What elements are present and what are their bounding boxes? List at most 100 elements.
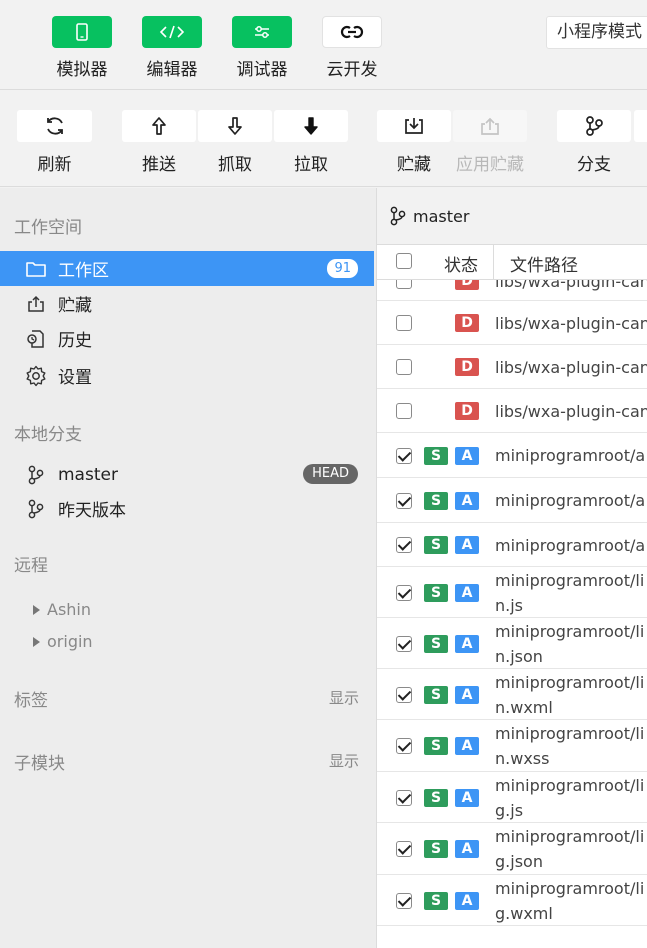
- file-path: libs/wxa-plugin-can: [495, 399, 647, 424]
- path-column-header: 文件路径: [510, 256, 578, 276]
- fetch-button[interactable]: 抓取: [198, 110, 272, 175]
- file-row-checkbox[interactable]: [396, 359, 412, 375]
- file-status-badge: A: [455, 737, 479, 755]
- branch-label: 分支: [577, 155, 611, 175]
- file-path-line: miniprogramroot/li: [495, 827, 645, 846]
- sidebar-item-label: 贮藏: [58, 296, 92, 316]
- file-row[interactable]: S Aminiprogramroot/a: [377, 433, 647, 478]
- file-row-checkbox[interactable]: [396, 315, 412, 331]
- file-path: miniprogramroot/li n.json: [495, 619, 644, 669]
- file-status-badge: A: [455, 685, 479, 704]
- branch-item-yesterday[interactable]: 昨天版本: [0, 491, 374, 526]
- file-row[interactable]: S Aminiprogramroot/a: [377, 523, 647, 567]
- sidebar-item-stash[interactable]: 贮藏: [0, 286, 374, 321]
- select-all-checkbox[interactable]: [396, 253, 412, 269]
- sidebar-item-label: 历史: [58, 331, 92, 351]
- debugger-button[interactable]: 调试器: [232, 16, 292, 80]
- cloud-dev-button[interactable]: 云开发: [322, 16, 382, 80]
- file-path: miniprogramroot/a: [495, 533, 645, 558]
- file-path-line: miniprogramroot/a: [495, 446, 646, 465]
- sidebar-item-label: 设置: [58, 368, 92, 388]
- remote-item-origin[interactable]: origin: [33, 632, 93, 651]
- git-toolbar: 刷新 推送 抓取 拉取 贮藏 应用贮藏 分支: [0, 91, 647, 187]
- file-row[interactable]: Dlibs/wxa-plugin-can: [377, 389, 647, 433]
- changes-list: Dlibs/wxa-plugin-can Dlibs/wxa-plugin-can…: [377, 280, 647, 948]
- file-row-checkbox[interactable]: [396, 841, 412, 857]
- refresh-button[interactable]: 刷新: [17, 110, 92, 175]
- file-row-checkbox[interactable]: [396, 403, 412, 419]
- staged-badge: S: [424, 583, 448, 602]
- file-path-line: g.wxml: [495, 903, 553, 923]
- code-icon: [142, 16, 202, 48]
- column-divider[interactable]: [493, 245, 494, 279]
- file-row[interactable]: S Aminiprogramroot/li n.json: [377, 618, 647, 669]
- file-row-checkbox[interactable]: [396, 280, 412, 289]
- file-row[interactable]: Dlibs/wxa-plugin-can: [377, 301, 647, 345]
- file-row-checkbox[interactable]: [396, 789, 412, 806]
- history-icon: [25, 328, 47, 350]
- remote-section-title: 远程: [14, 556, 48, 576]
- file-row[interactable]: S Aminiprogramroot/li n.wxss: [377, 720, 647, 772]
- editor-button[interactable]: 编辑器: [142, 16, 202, 80]
- remote-label: origin: [47, 632, 93, 651]
- changes-count-badge: 91: [327, 259, 358, 278]
- status-column-header: 状态: [444, 256, 478, 276]
- fetch-label: 抓取: [218, 155, 252, 175]
- file-row-checkbox[interactable]: [396, 537, 412, 553]
- stash-button[interactable]: 贮藏: [377, 110, 451, 175]
- file-row-checkbox[interactable]: [396, 892, 412, 909]
- file-row[interactable]: S Aminiprogramroot/li g.json: [377, 823, 647, 875]
- editor-label: 编辑器: [146, 60, 198, 80]
- branch-button[interactable]: 分支: [557, 110, 631, 175]
- file-row-checkbox[interactable]: [396, 686, 412, 703]
- file-row-checkbox[interactable]: [396, 738, 412, 754]
- branch-label: 昨天版本: [58, 501, 126, 521]
- file-path-line: n.json: [495, 646, 543, 666]
- file-row[interactable]: S Aminiprogramroot/li n.wxml: [377, 669, 647, 720]
- staged-badge: S: [424, 685, 448, 704]
- file-path: libs/wxa-plugin-can: [495, 355, 647, 380]
- file-status-badge: A: [455, 891, 479, 910]
- file-status-badge: A: [455, 491, 479, 510]
- apply-stash-button[interactable]: 应用贮藏: [453, 110, 527, 175]
- expand-caret-icon: [33, 636, 40, 647]
- file-row-checkbox[interactable]: [396, 584, 412, 601]
- file-row-checkbox[interactable]: [396, 635, 412, 652]
- more-toolbar-button[interactable]: [634, 110, 647, 142]
- simulator-button[interactable]: 模拟器: [52, 16, 112, 80]
- file-row[interactable]: S Aminiprogramroot/li g.wxml: [377, 875, 647, 926]
- tags-show-button[interactable]: 显示: [329, 687, 359, 708]
- file-status-badge: A: [455, 536, 479, 554]
- pull-label: 拉取: [294, 155, 328, 175]
- current-branch-label: master: [413, 206, 470, 226]
- apply-stash-icon: [453, 110, 527, 142]
- file-path-line: n.wxss: [495, 749, 550, 768]
- submodules-show-button[interactable]: 显示: [329, 750, 359, 771]
- tags-section-title: 标签: [14, 691, 48, 711]
- local-branches-title: 本地分支: [14, 425, 82, 445]
- debugger-label: 调试器: [236, 60, 288, 80]
- remote-item-ashin[interactable]: Ashin: [33, 600, 91, 619]
- sidebar-item-label: 工作区: [58, 261, 109, 281]
- file-path-line: miniprogramroot/li: [495, 878, 645, 898]
- file-path-line: miniprogramroot/li: [495, 672, 645, 692]
- file-row[interactable]: S Aminiprogramroot/li g.js: [377, 772, 647, 823]
- file-row[interactable]: Dlibs/wxa-plugin-can: [377, 345, 647, 389]
- phone-icon: [52, 16, 112, 48]
- mode-select[interactable]: 小程序模式: [546, 16, 647, 49]
- push-button[interactable]: 推送: [122, 110, 196, 175]
- sidebar-item-history[interactable]: 历史: [0, 321, 374, 356]
- file-row[interactable]: S Aminiprogramroot/li n.js: [377, 567, 647, 618]
- file-row[interactable]: S Aminiprogramroot/a: [377, 478, 647, 523]
- pull-button[interactable]: 拉取: [274, 110, 348, 175]
- file-path: libs/wxa-plugin-can: [495, 280, 647, 294]
- branch-item-master[interactable]: master HEAD: [0, 457, 374, 492]
- sidebar-item-settings[interactable]: 设置: [0, 358, 374, 393]
- file-row-checkbox[interactable]: [396, 447, 412, 464]
- sidebar-item-workspace[interactable]: 工作区 91: [0, 251, 374, 286]
- refresh-label: 刷新: [37, 155, 72, 175]
- file-row-checkbox[interactable]: [396, 492, 412, 509]
- file-row[interactable]: Dlibs/wxa-plugin-can: [377, 280, 647, 301]
- file-path-line: miniprogramroot/a: [495, 491, 646, 510]
- file-path: miniprogramroot/li g.json: [495, 824, 644, 874]
